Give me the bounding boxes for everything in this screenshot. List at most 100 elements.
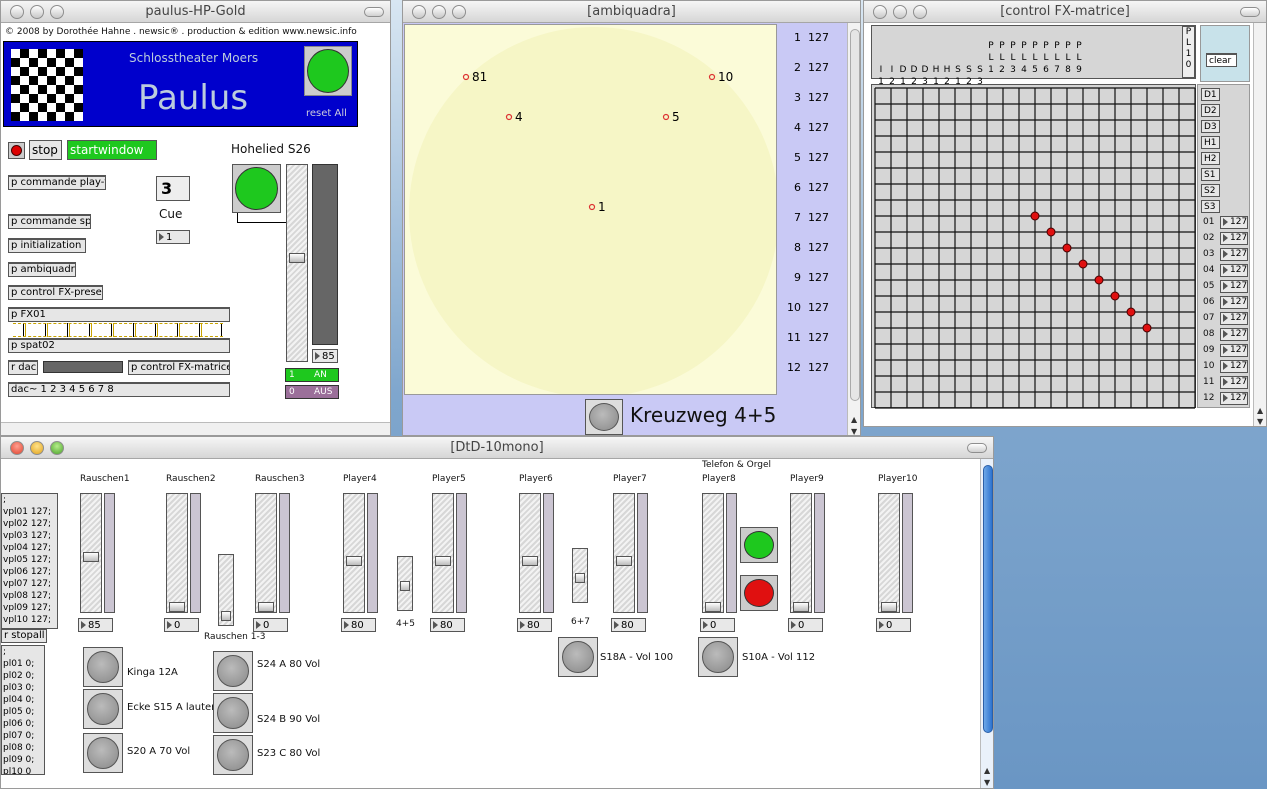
channel-value[interactable]: 80 bbox=[430, 618, 465, 632]
slider-knob[interactable] bbox=[221, 611, 231, 621]
p-ambiquadra[interactable]: p ambiquadra bbox=[8, 262, 76, 277]
p-control-fx-preset[interactable]: p control FX-preset bbox=[8, 285, 103, 300]
close-icon[interactable] bbox=[10, 5, 24, 19]
matrix-connection[interactable] bbox=[1062, 243, 1072, 253]
cue-button[interactable] bbox=[698, 637, 738, 677]
slider-knob[interactable] bbox=[793, 602, 809, 612]
v-scrollbar[interactable]: ▲ ▼ bbox=[1253, 23, 1266, 426]
slider-knob[interactable] bbox=[522, 556, 538, 566]
reset-all-button[interactable] bbox=[304, 46, 352, 96]
cue-button[interactable] bbox=[213, 651, 253, 691]
matrix-output-gain[interactable]: 127 bbox=[1220, 376, 1248, 389]
stop-button[interactable]: stop bbox=[29, 140, 62, 160]
channel-gain[interactable]: 127 bbox=[808, 151, 829, 164]
p-commande-play-fx[interactable]: p commande play-fx bbox=[8, 175, 106, 190]
close-icon[interactable] bbox=[10, 441, 24, 455]
slider-knob[interactable] bbox=[705, 602, 721, 612]
matrix-connection[interactable] bbox=[1046, 227, 1056, 237]
speaker-point-10[interactable] bbox=[708, 73, 716, 81]
channel-gain[interactable]: 127 bbox=[808, 211, 829, 224]
matrix-output-gain[interactable]: 127 bbox=[1220, 312, 1248, 325]
scroll-up-icon[interactable]: ▲ bbox=[851, 415, 857, 424]
matrix-output-gain[interactable]: 127 bbox=[1220, 392, 1248, 405]
stopall-receive[interactable]: r stopall bbox=[1, 629, 47, 643]
slider-knob[interactable] bbox=[400, 581, 410, 591]
matrix-connection[interactable] bbox=[1030, 211, 1040, 221]
p-fx01[interactable]: p FX01 bbox=[8, 307, 230, 322]
scroll-down-icon[interactable]: ▼ bbox=[851, 427, 857, 435]
aus-toggle[interactable]: 0 AUS bbox=[285, 385, 339, 399]
scroll-up-icon[interactable]: ▲ bbox=[1257, 406, 1263, 415]
kreuzweg-button[interactable] bbox=[585, 399, 623, 435]
matrix-output-gain[interactable]: 127 bbox=[1220, 232, 1248, 245]
cue-button[interactable] bbox=[213, 735, 253, 775]
startwindow-button[interactable]: startwindow bbox=[67, 140, 157, 160]
slider-knob[interactable] bbox=[435, 556, 451, 566]
close-icon[interactable] bbox=[412, 5, 426, 19]
channel-fader[interactable] bbox=[613, 493, 635, 613]
speaker-point-1[interactable] bbox=[588, 203, 596, 211]
slider-value[interactable]: 85 bbox=[312, 349, 338, 363]
matrix-output-gain[interactable]: 127 bbox=[1220, 296, 1248, 309]
vol-message-box[interactable]: ; vpl01 127; vpl02 127; vpl03 127; vpl04 127… bbox=[1, 493, 58, 629]
matrix-connection[interactable] bbox=[1094, 275, 1104, 285]
channel-gain[interactable]: 127 bbox=[808, 181, 829, 194]
channel-fader[interactable] bbox=[343, 493, 365, 613]
slider-knob[interactable] bbox=[258, 602, 274, 612]
channel-fader[interactable] bbox=[432, 493, 454, 613]
routing-matrix[interactable] bbox=[872, 85, 1197, 409]
matrix-connection[interactable] bbox=[1110, 291, 1120, 301]
matrix-titlebar[interactable]: [control FX-matrice] bbox=[864, 1, 1266, 23]
slider-knob[interactable] bbox=[83, 552, 99, 562]
toolbar-toggle-icon[interactable] bbox=[967, 443, 987, 453]
channel-value[interactable]: 0 bbox=[164, 618, 199, 632]
an-toggle[interactable]: 1 AN bbox=[285, 368, 339, 382]
paulus-titlebar[interactable]: paulus-HP-Gold bbox=[1, 1, 390, 23]
cue-button[interactable] bbox=[213, 693, 253, 733]
channel-fader[interactable] bbox=[255, 493, 277, 613]
cue-button[interactable] bbox=[558, 637, 598, 677]
matrix-output-gain[interactable]: 127 bbox=[1220, 264, 1248, 277]
cue-button[interactable] bbox=[83, 689, 123, 729]
channel-fader[interactable] bbox=[519, 493, 541, 613]
channel-gain[interactable]: 127 bbox=[808, 61, 829, 74]
p-control-fx-matrice[interactable]: p control FX-matrice bbox=[128, 360, 230, 375]
channel-fader[interactable] bbox=[878, 493, 900, 613]
slider-knob[interactable] bbox=[616, 556, 632, 566]
cue-button[interactable] bbox=[83, 647, 123, 687]
speaker-point-81[interactable] bbox=[462, 73, 470, 81]
channel-fader[interactable] bbox=[166, 493, 188, 613]
close-icon[interactable] bbox=[873, 5, 887, 19]
main-volume-slider[interactable] bbox=[286, 164, 308, 362]
zoom-icon[interactable] bbox=[913, 5, 927, 19]
p-commande-spat[interactable]: p commande spat bbox=[8, 214, 91, 229]
channel-gain[interactable]: 127 bbox=[808, 121, 829, 134]
channel-gain[interactable]: 127 bbox=[808, 331, 829, 344]
toolbar-toggle-icon[interactable] bbox=[364, 7, 384, 17]
dtd-titlebar[interactable]: [DtD-10mono] bbox=[1, 437, 993, 459]
channel-fader[interactable] bbox=[790, 493, 812, 613]
p-spat02[interactable]: p spat02 bbox=[8, 338, 230, 353]
channel-gain[interactable]: 127 bbox=[808, 31, 829, 44]
matrix-connection[interactable] bbox=[1142, 323, 1152, 333]
section-go-button[interactable] bbox=[232, 164, 281, 213]
matrix-connection[interactable] bbox=[1126, 307, 1136, 317]
slider-knob[interactable] bbox=[575, 573, 585, 583]
stop-message-box[interactable]: ; pl01 0; pl02 0; pl03 0; pl04 0; pl05 0; pl06… bbox=[1, 645, 45, 775]
slider-knob[interactable] bbox=[289, 253, 305, 263]
p-initialization[interactable]: p initialization bbox=[8, 238, 86, 253]
matrix-connection[interactable] bbox=[1078, 259, 1088, 269]
rauschen-group-slider[interactable] bbox=[218, 554, 234, 626]
matrix-output-gain[interactable]: 127 bbox=[1220, 344, 1248, 357]
speaker-points[interactable]: 81 10 4 5 1 bbox=[404, 24, 777, 395]
zoom-icon[interactable] bbox=[50, 441, 64, 455]
scroll-down-icon[interactable]: ▼ bbox=[1257, 417, 1263, 426]
slider-knob[interactable] bbox=[346, 556, 362, 566]
dac-object[interactable]: dac~ 1 2 3 4 5 6 7 8 bbox=[8, 382, 230, 397]
channel-gain[interactable]: 127 bbox=[808, 241, 829, 254]
matrix-output-gain[interactable]: 127 bbox=[1220, 248, 1248, 261]
scroll-down-icon[interactable]: ▼ bbox=[984, 778, 990, 787]
channel-gain[interactable]: 127 bbox=[808, 271, 829, 284]
slider-knob[interactable] bbox=[881, 602, 897, 612]
group-67-slider[interactable] bbox=[572, 548, 588, 603]
